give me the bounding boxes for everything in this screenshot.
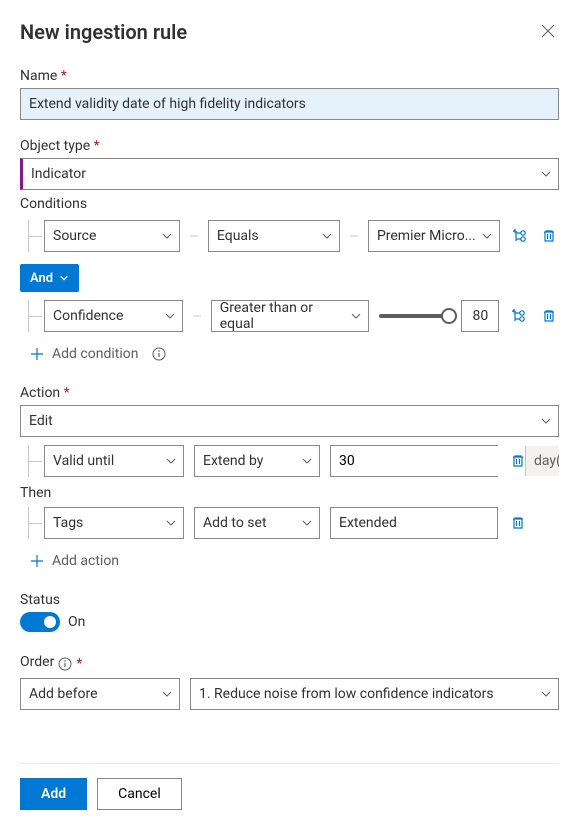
conditions-label: Conditions	[20, 196, 559, 212]
action-operator-value: Add to set	[203, 515, 267, 531]
add-condition-button[interactable]: Add condition	[30, 346, 166, 362]
chevron-down-icon	[164, 310, 176, 322]
chevron-down-icon	[301, 455, 313, 467]
add-action-label: Add action	[52, 553, 119, 569]
order-placement-select[interactable]: Add before	[20, 678, 180, 710]
status-toggle[interactable]	[20, 612, 60, 632]
logic-operator-value: And	[30, 271, 53, 286]
order-label: Order	[20, 654, 54, 670]
chevron-down-icon	[165, 455, 177, 467]
action-type-select[interactable]: Edit	[20, 405, 559, 437]
add-button[interactable]: Add	[20, 778, 87, 810]
action-value-input-group: day(s)	[330, 445, 498, 477]
condition-field-value: Source	[53, 228, 96, 244]
slider-thumb[interactable]	[441, 308, 457, 324]
plus-icon	[30, 554, 44, 568]
chevron-down-icon	[301, 517, 313, 529]
condition-operator-value: Greater than or equal	[220, 300, 351, 332]
chevron-down-icon	[540, 688, 552, 700]
chevron-down-icon	[540, 415, 552, 427]
order-placement-value: Add before	[29, 686, 98, 702]
condition-field-value: Confidence	[53, 308, 123, 324]
condition-field-select[interactable]: Confidence	[44, 300, 183, 332]
add-action-button[interactable]: Add action	[30, 553, 119, 569]
info-icon[interactable]	[152, 347, 166, 361]
connector-line	[190, 235, 198, 237]
condition-operator-select[interactable]: Greater than or equal	[211, 300, 370, 332]
action-field-value: Valid until	[53, 453, 114, 469]
svg-text:+: +	[512, 308, 516, 316]
unit-suffix: day(s)	[525, 446, 559, 476]
subgroup-icon: +	[512, 228, 528, 244]
action-field-value: Tags	[53, 515, 83, 531]
connector-line	[350, 235, 358, 237]
status-value: On	[68, 614, 85, 630]
toggle-thumb	[44, 616, 56, 628]
order-reference-value: 1. Reduce noise from low confidence indi…	[199, 686, 494, 702]
chevron-down-icon	[481, 230, 493, 242]
action-field-select[interactable]: Tags	[44, 507, 184, 539]
action-type-value: Edit	[29, 413, 53, 429]
plus-icon	[30, 347, 44, 361]
chevron-down-icon	[321, 230, 333, 242]
delete-condition-button[interactable]	[540, 226, 559, 246]
object-type-label: Object type	[20, 138, 559, 154]
connector-line	[193, 315, 201, 317]
close-icon	[541, 24, 555, 38]
delete-action-button[interactable]	[508, 513, 528, 533]
action-operator-select[interactable]: Extend by	[194, 445, 320, 477]
logic-operator-button[interactable]: And	[20, 264, 79, 292]
status-label: Status	[20, 592, 559, 608]
action-value-input[interactable]	[331, 446, 525, 476]
action-field-select[interactable]: Valid until	[44, 445, 184, 477]
object-type-select[interactable]: Indicator	[20, 158, 559, 190]
action-label: Action	[20, 385, 559, 401]
add-nested-condition-button[interactable]: +	[510, 226, 529, 246]
chevron-down-icon	[161, 688, 173, 700]
name-input[interactable]	[20, 88, 559, 120]
condition-operator-select[interactable]: Equals	[208, 220, 340, 252]
cancel-button[interactable]: Cancel	[97, 778, 182, 810]
trash-icon	[510, 515, 526, 531]
delete-action-button[interactable]	[508, 451, 528, 471]
chevron-down-icon	[540, 168, 552, 180]
svg-text:+: +	[513, 228, 517, 236]
subgroup-icon: +	[511, 308, 527, 324]
chevron-down-icon	[59, 273, 69, 283]
add-nested-condition-button[interactable]: +	[509, 306, 529, 326]
condition-operator-value: Equals	[217, 228, 259, 244]
object-type-value: Indicator	[31, 166, 86, 182]
add-condition-label: Add condition	[52, 346, 138, 362]
condition-value-select[interactable]: Premier Micro...	[368, 220, 500, 252]
info-icon[interactable]	[58, 657, 72, 671]
panel-title: New ingestion rule	[20, 20, 187, 44]
action-operator-value: Extend by	[203, 453, 263, 469]
confidence-slider[interactable]	[379, 314, 453, 318]
name-label: Name	[20, 68, 559, 84]
trash-icon	[510, 453, 526, 469]
confidence-input[interactable]	[461, 300, 499, 332]
action-operator-select[interactable]: Add to set	[194, 507, 320, 539]
chevron-down-icon	[165, 517, 177, 529]
trash-icon	[541, 308, 557, 324]
condition-field-select[interactable]: Source	[44, 220, 180, 252]
trash-icon	[541, 228, 557, 244]
delete-condition-button[interactable]	[539, 306, 559, 326]
action-value-input[interactable]	[330, 507, 498, 539]
chevron-down-icon	[161, 230, 173, 242]
close-button[interactable]	[537, 20, 559, 42]
order-reference-select[interactable]: 1. Reduce noise from low confidence indi…	[190, 678, 559, 710]
condition-value: Premier Micro...	[377, 228, 476, 244]
chevron-down-icon	[350, 310, 362, 322]
then-label: Then	[20, 485, 559, 501]
